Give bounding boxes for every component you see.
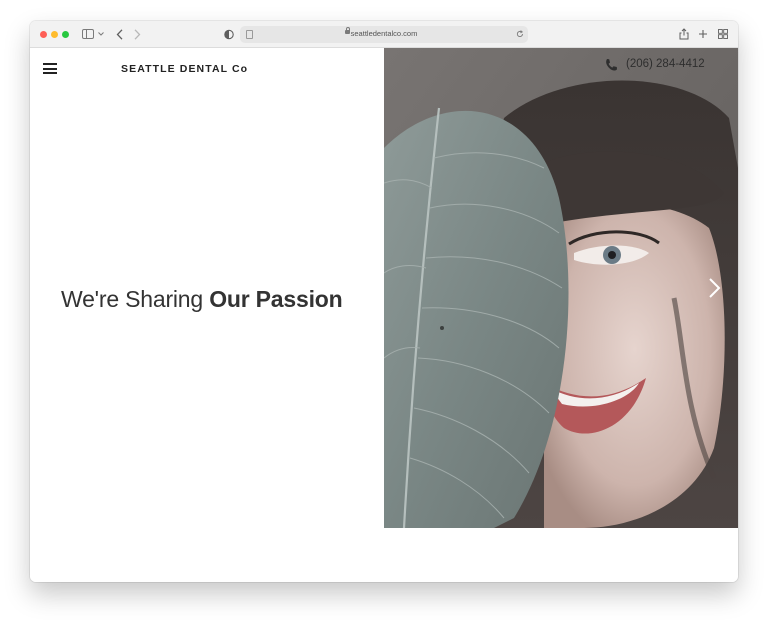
- hero-image: (206) 284-4412: [384, 48, 738, 528]
- phone-icon[interactable]: [604, 58, 618, 72]
- address-bar[interactable]: seattledentalco.com: [240, 26, 528, 43]
- privacy-shield-icon[interactable]: [224, 29, 234, 40]
- zoom-window-button[interactable]: [62, 31, 69, 38]
- back-icon[interactable]: [116, 29, 123, 40]
- hero-headline: We're Sharing Our Passion: [61, 286, 343, 313]
- minimize-window-button[interactable]: [51, 31, 58, 38]
- address-url: seattledentalco.com: [350, 29, 418, 38]
- page-lower-section: [30, 528, 738, 582]
- sidebar-toggle-icon[interactable]: [82, 29, 94, 39]
- intro-panel: SEATTLE DENTAL Co We're Sharing Our Pass…: [30, 48, 384, 528]
- headline-light-text: We're Sharing: [61, 286, 210, 312]
- share-icon[interactable]: [679, 28, 689, 40]
- site-logo[interactable]: SEATTLE DENTAL Co: [121, 63, 248, 75]
- browser-window: seattledentalco.com SEATTLE DENTAL Co We…: [30, 21, 738, 582]
- chevron-down-icon[interactable]: [98, 32, 104, 36]
- menu-icon[interactable]: [43, 63, 57, 74]
- phone-number-link[interactable]: (206) 284-4412: [626, 58, 705, 70]
- forward-icon[interactable]: [134, 29, 141, 40]
- headline-bold-text: Our Passion: [209, 286, 343, 312]
- browser-toolbar: seattledentalco.com: [30, 21, 738, 48]
- carousel-next-icon[interactable]: [708, 277, 722, 299]
- smiling-woman-with-leaf-photo: [384, 48, 738, 528]
- page-content: SEATTLE DENTAL Co We're Sharing Our Pass…: [30, 48, 738, 582]
- reload-icon[interactable]: [516, 30, 524, 38]
- close-window-button[interactable]: [40, 31, 47, 38]
- new-tab-icon[interactable]: [698, 29, 708, 39]
- tab-overview-icon[interactable]: [718, 29, 728, 39]
